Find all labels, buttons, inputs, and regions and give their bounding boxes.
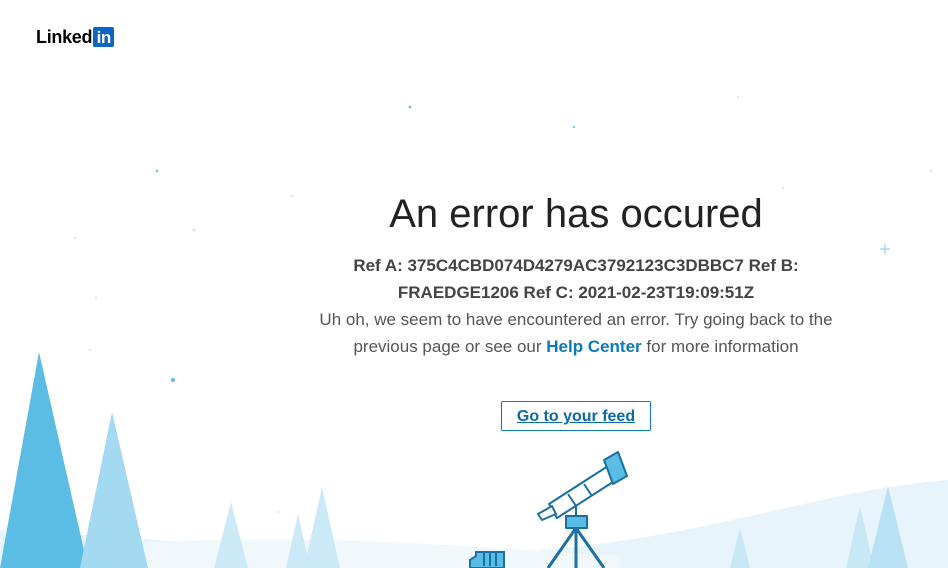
page-title: An error has occured <box>389 192 763 236</box>
linkedin-logo[interactable]: Linked in <box>36 27 115 47</box>
pine-tree-icon <box>304 487 340 568</box>
snow-hill-back-icon <box>120 539 620 568</box>
error-references: Ref A: 375C4CBD074D4279AC3792123C3DBBC7 … <box>353 256 799 302</box>
mitten-icon <box>469 551 505 568</box>
logo-wordmark: Linked <box>36 27 93 47</box>
logo-in-box: in <box>93 27 115 47</box>
help-center-link[interactable]: Help Center <box>546 337 641 356</box>
go-to-feed-button[interactable]: Go to your feed <box>500 401 652 431</box>
error-page: Linked in An error has occured Ref A: 37… <box>0 0 948 568</box>
pine-tree-icon <box>0 352 88 568</box>
sparkle-icon <box>880 244 890 254</box>
error-message: Uh oh, we seem to have encountered an er… <box>306 306 846 360</box>
pine-tree-icon <box>214 502 248 568</box>
error-content: An error has occured Ref A: 375C4CBD074D… <box>306 190 846 431</box>
error-message-tail: for more information <box>646 337 799 356</box>
pine-tree-icon <box>80 412 148 568</box>
